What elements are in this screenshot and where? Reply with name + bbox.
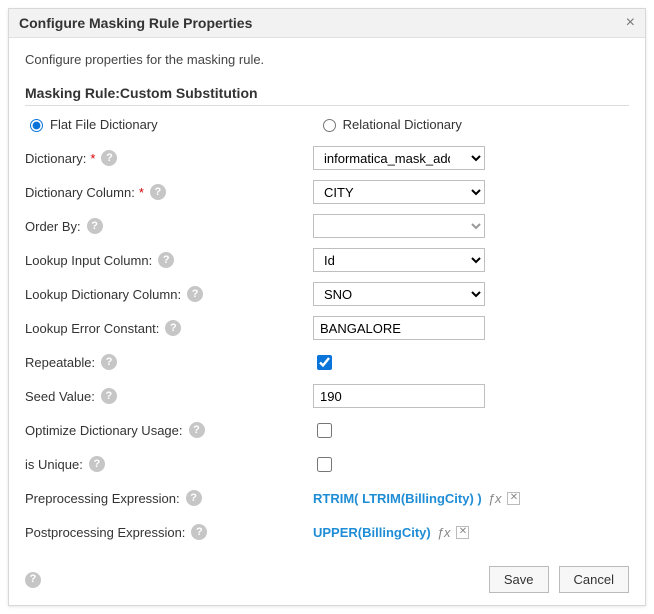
row-repeatable: Repeatable: ? — [25, 350, 629, 374]
radio-flat-file[interactable]: Flat File Dictionary — [25, 116, 158, 132]
dialog-title: Configure Masking Rule Properties — [19, 15, 252, 31]
row-dictionary-column: Dictionary Column: * ? CITY — [25, 180, 629, 204]
label-lookup-input-column: Lookup Input Column: — [25, 253, 152, 268]
dialog-footer: ? Save Cancel — [25, 554, 629, 593]
label-repeatable: Repeatable: — [25, 355, 95, 370]
lookup-error-constant-input[interactable] — [313, 316, 485, 340]
row-order-by: Order By: ? — [25, 214, 629, 238]
help-icon[interactable]: ? — [158, 252, 174, 268]
optimize-dict-usage-checkbox[interactable] — [317, 423, 332, 438]
label-dictionary-column: Dictionary Column: — [25, 185, 135, 200]
seed-value-input[interactable] — [313, 384, 485, 408]
row-seed-value: Seed Value: ? — [25, 384, 629, 408]
preprocessing-value[interactable]: RTRIM( LTRIM(BillingCity) ) — [313, 491, 482, 506]
row-lookup-error-constant: Lookup Error Constant: ? — [25, 316, 629, 340]
postprocessing-value[interactable]: UPPER(BillingCity) — [313, 525, 431, 540]
dialog-body: Configure properties for the masking rul… — [9, 38, 645, 605]
help-icon[interactable]: ? — [150, 184, 166, 200]
row-optimize-dict-usage: Optimize Dictionary Usage: ? — [25, 418, 629, 442]
label-dictionary: Dictionary: — [25, 151, 86, 166]
label-optimize-dict-usage: Optimize Dictionary Usage: — [25, 423, 183, 438]
save-button[interactable]: Save — [489, 566, 549, 593]
lookup-input-column-select[interactable]: Id — [313, 248, 485, 272]
row-preprocessing: Preprocessing Expression: ? RTRIM( LTRIM… — [25, 486, 629, 510]
help-icon[interactable]: ? — [101, 150, 117, 166]
required-indicator: * — [139, 185, 144, 200]
dictionary-select[interactable]: informatica_mask_addre — [313, 146, 485, 170]
help-icon[interactable]: ? — [101, 354, 117, 370]
help-icon[interactable]: ? — [165, 320, 181, 336]
help-icon[interactable]: ? — [87, 218, 103, 234]
help-icon[interactable]: ? — [101, 388, 117, 404]
close-icon[interactable]: × — [626, 15, 635, 31]
fx-icon[interactable]: ƒx — [437, 525, 451, 540]
help-icon[interactable]: ? — [25, 572, 41, 588]
dictionary-column-select[interactable]: CITY — [313, 180, 485, 204]
row-dictionary: Dictionary: * ? informatica_mask_addre — [25, 146, 629, 170]
label-lookup-dict-column: Lookup Dictionary Column: — [25, 287, 181, 302]
dictionary-type-radios: Flat File Dictionary Relational Dictiona… — [25, 116, 629, 132]
radio-flat-file-label: Flat File Dictionary — [50, 117, 158, 132]
row-is-unique: is Unique: ? — [25, 452, 629, 476]
dialog-subtitle: Configure properties for the masking rul… — [25, 52, 629, 67]
row-postprocessing: Postprocessing Expression: ? UPPER(Billi… — [25, 520, 629, 544]
help-icon[interactable]: ? — [189, 422, 205, 438]
clear-icon[interactable]: ✕ — [456, 526, 469, 539]
help-icon[interactable]: ? — [191, 524, 207, 540]
radio-flat-file-input[interactable] — [30, 119, 43, 132]
label-preprocessing: Preprocessing Expression: — [25, 491, 180, 506]
radio-relational[interactable]: Relational Dictionary — [318, 116, 462, 132]
help-icon[interactable]: ? — [89, 456, 105, 472]
section-title: Masking Rule:Custom Substitution — [25, 85, 629, 106]
radio-relational-input[interactable] — [323, 119, 336, 132]
clear-icon[interactable]: ✕ — [507, 492, 520, 505]
fx-icon[interactable]: ƒx — [488, 491, 502, 506]
help-icon[interactable]: ? — [186, 490, 202, 506]
label-is-unique: is Unique: — [25, 457, 83, 472]
row-lookup-input-column: Lookup Input Column: ? Id — [25, 248, 629, 272]
repeatable-checkbox[interactable] — [317, 355, 332, 370]
label-lookup-error-constant: Lookup Error Constant: — [25, 321, 159, 336]
label-seed-value: Seed Value: — [25, 389, 95, 404]
configure-masking-dialog: Configure Masking Rule Properties × Conf… — [8, 8, 646, 606]
radio-relational-label: Relational Dictionary — [343, 117, 462, 132]
is-unique-checkbox[interactable] — [317, 457, 332, 472]
help-icon[interactable]: ? — [187, 286, 203, 302]
row-lookup-dict-column: Lookup Dictionary Column: ? SNO — [25, 282, 629, 306]
cancel-button[interactable]: Cancel — [559, 566, 629, 593]
dialog-header: Configure Masking Rule Properties × — [9, 9, 645, 38]
lookup-dict-column-select[interactable]: SNO — [313, 282, 485, 306]
label-postprocessing: Postprocessing Expression: — [25, 525, 185, 540]
required-indicator: * — [90, 151, 95, 166]
label-order-by: Order By: — [25, 219, 81, 234]
order-by-select[interactable] — [313, 214, 485, 238]
